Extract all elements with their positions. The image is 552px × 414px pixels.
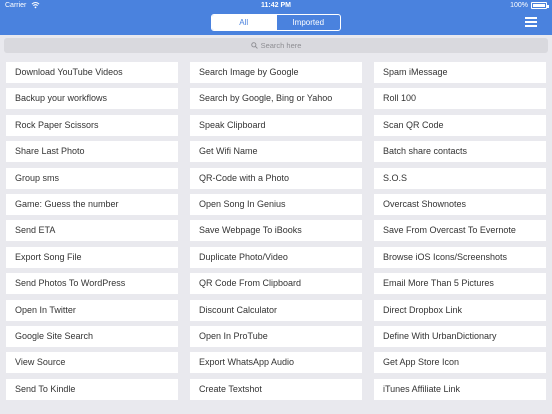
workflow-item[interactable]: Duplicate Photo/Video (190, 246, 362, 268)
workflow-item[interactable]: Save From Overcast To Evernote (374, 220, 546, 242)
workflow-item[interactable]: Email More Than 5 Pictures (374, 273, 546, 295)
workflow-item[interactable]: QR Code From Clipboard (190, 273, 362, 295)
workflow-item[interactable]: Export Song File (6, 246, 178, 268)
workflow-item[interactable]: S.O.S (374, 167, 546, 189)
workflow-item[interactable]: Speak Clipboard (190, 114, 362, 136)
workflow-item[interactable]: QR-Code with a Photo (190, 167, 362, 189)
workflow-item[interactable]: Open Song In Genius (190, 194, 362, 215)
battery-icon (531, 2, 549, 9)
workflow-item[interactable]: Define With UrbanDictionary (374, 326, 546, 347)
search-icon (250, 42, 258, 49)
search-placeholder: Search here (260, 41, 302, 50)
workflow-item[interactable]: View Source (6, 352, 178, 374)
workflow-item[interactable]: Send To Kindle (6, 378, 178, 400)
workflow-item[interactable]: Open In ProTube (190, 326, 362, 347)
workflow-item[interactable]: Get App Store Icon (374, 352, 546, 374)
workflow-item[interactable]: Batch share contacts (374, 141, 546, 163)
workflow-item[interactable]: Scan QR Code (374, 114, 546, 136)
workflow-item[interactable]: Backup your workflows (6, 88, 178, 110)
workflow-item[interactable]: Rock Paper Scissors (6, 114, 178, 136)
search-input[interactable]: Search here (4, 38, 548, 53)
workflow-item[interactable]: Share Last Photo (6, 141, 178, 163)
workflow-item[interactable]: Game: Guess the number (6, 194, 178, 215)
workflow-item[interactable]: Browse iOS Icons/Screenshots (374, 246, 546, 268)
battery-percent: 100% (510, 2, 528, 9)
nav-bar: Carrier 11:42 PM 100% All Imported (0, 0, 552, 35)
workflow-item[interactable]: Export WhatsApp Audio (190, 352, 362, 374)
workflow-item[interactable]: Send ETA (6, 220, 178, 242)
workflow-item[interactable]: Open In Twitter (6, 299, 178, 321)
status-bar: Carrier 11:42 PM 100% (0, 0, 552, 11)
workflow-item[interactable]: Get Wifi Name (190, 141, 362, 163)
tab-imported[interactable]: Imported (275, 15, 341, 30)
filter-segmented-control: All Imported (211, 14, 341, 31)
workflow-item[interactable]: Roll 100 (374, 88, 546, 110)
workflow-item[interactable]: Download YouTube Videos (6, 62, 178, 83)
workflow-item[interactable]: iTunes Affiliate Link (374, 378, 546, 400)
menu-icon[interactable] (525, 17, 537, 27)
clock: 11:42 PM (261, 2, 291, 9)
workflow-item[interactable]: Direct Dropbox Link (374, 299, 546, 321)
workflow-item[interactable]: Save Webpage To iBooks (190, 220, 362, 242)
tab-all[interactable]: All (212, 15, 276, 30)
workflow-item[interactable]: Create Textshot (190, 378, 362, 400)
workflow-item[interactable]: Send Photos To WordPress (6, 273, 178, 295)
workflow-item[interactable]: Spam iMessage (374, 62, 546, 83)
workflow-item[interactable]: Google Site Search (6, 326, 178, 347)
workflow-item[interactable]: Group sms (6, 167, 178, 189)
workflow-item[interactable]: Discount Calculator (190, 299, 362, 321)
workflow-item[interactable]: Search by Google, Bing or Yahoo (190, 88, 362, 110)
workflow-grid: Download YouTube Videos Backup your workf… (6, 62, 546, 414)
workflow-item[interactable]: Search Image by Google (190, 62, 362, 83)
workflow-item[interactable]: Overcast Shownotes (374, 194, 546, 215)
